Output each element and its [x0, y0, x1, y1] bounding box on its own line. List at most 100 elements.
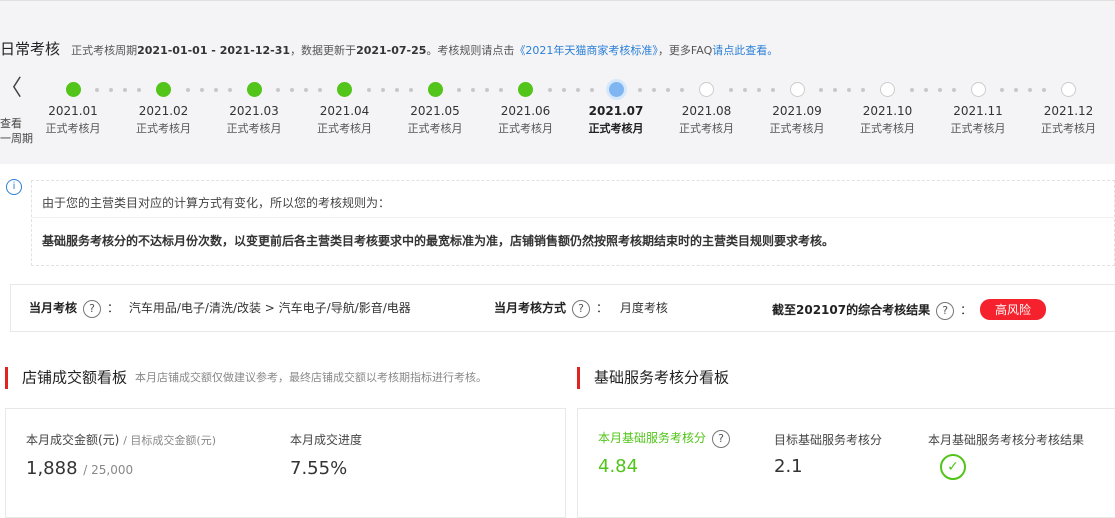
method-value: 月度考核	[619, 301, 668, 315]
timeline-month[interactable]: 2021.09 正式考核月	[757, 80, 837, 136]
month-status-label: 正式考核月	[226, 122, 282, 135]
month-label: 2021.06	[500, 104, 551, 118]
status-dot	[518, 82, 533, 97]
notice-line-2: 基础服务考核分的不达标月份次数，以变更前后各主营类目考核要求中的最宽标准为准，店…	[42, 234, 835, 248]
sales-board-subtitle: 本月店铺成交额仅做建议参考，最终店铺成交额以考核期指标进行考核。	[135, 370, 488, 384]
notice-divider	[32, 217, 1114, 218]
check-circle-icon: ✓	[940, 454, 966, 480]
status-dot	[970, 82, 986, 97]
section-accent-bar	[577, 366, 580, 389]
prev-period-button[interactable]: 查看 一周期	[0, 116, 33, 146]
month-status-label: 正式考核月	[860, 122, 915, 135]
month-label: 2021.03	[229, 104, 279, 118]
timeline-month[interactable]: 2021.08 正式考核月	[667, 80, 747, 136]
chevron-left-icon[interactable]: 〈	[0, 78, 22, 100]
timeline-month[interactable]: 2021.10 正式考核月	[848, 80, 928, 136]
help-icon[interactable]: ?	[712, 429, 731, 448]
timeline-month[interactable]: 2021.12 正式考核月	[1029, 80, 1109, 136]
timeline-separator-dot	[561, 88, 566, 92]
timeline-separator-dot	[909, 88, 914, 92]
period-dates: 2021-01-01 - 2021-12-31	[137, 44, 291, 57]
service-score-metric: 本月基础服务考核分? 4.84	[598, 429, 736, 477]
service-target-metric: 目标基础服务考核分 2.1	[774, 433, 883, 477]
month-label: 2021.07	[588, 104, 644, 118]
sales-progress: 7.55%	[290, 458, 348, 479]
assessment-info-row: 当月考核?： 汽车用品/电子/清洗/改装 > 汽车电子/导航/影音/电器 当月考…	[10, 284, 1115, 332]
service-result-metric: 本月基础服务考核分考核结果 ✓	[928, 431, 1084, 480]
timeline-separator-dot	[380, 88, 385, 92]
sales-progress-metric: 本月成交进度 7.55%	[290, 433, 363, 479]
page-header: 日常考核 正式考核周期2021-01-01 - 2021-12-31，数据更新于…	[0, 38, 778, 58]
month-label: 2021.05	[410, 104, 460, 118]
timeline-separator-dot	[547, 88, 552, 92]
timeline-separator-dot	[185, 88, 190, 92]
timeline-separator-dot	[833, 88, 837, 92]
month-status-label: 正式考核月	[407, 122, 463, 135]
timeline-separator-dot	[652, 88, 656, 92]
timeline-separator-dot	[199, 88, 204, 92]
help-icon[interactable]: ?	[83, 299, 102, 318]
timeline-separator-dot	[638, 88, 642, 92]
sales-target: / 25,000	[83, 463, 134, 477]
info-icon: i	[6, 179, 22, 195]
timeline-month[interactable]: 2021.07 正式考核月	[576, 80, 656, 136]
timeline-separator-dot	[923, 88, 928, 92]
month-status-label: 正式考核月	[769, 122, 825, 135]
month-label: 2021.09	[772, 104, 822, 118]
timeline-month[interactable]: 2021.03 正式考核月	[214, 80, 294, 136]
timeline-separator-dot	[819, 88, 823, 92]
timeline-separator-dot	[366, 88, 371, 92]
faq-link[interactable]: 请点此查看。	[712, 44, 778, 57]
month-status-label: 正式考核月	[498, 122, 553, 135]
risk-badge: 高风险	[979, 299, 1046, 320]
rule-link[interactable]: 《2021年天猫商家考核标准》	[514, 44, 658, 57]
timeline-separator-dot	[742, 88, 747, 92]
header-description: 正式考核周期2021-01-01 - 2021-12-31，数据更新于2021-…	[71, 44, 779, 57]
status-dot	[880, 82, 895, 97]
timeline-month[interactable]: 2021.01 正式考核月	[33, 80, 113, 136]
status-dot	[699, 82, 714, 97]
status-dot	[156, 82, 171, 97]
sales-board-header: 店铺成交额看板 本月店铺成交额仅做建议参考，最终店铺成交额以考核期指标进行考核。	[5, 365, 487, 389]
status-dot	[246, 82, 262, 97]
service-board-title: 基础服务考核分看板	[594, 368, 730, 387]
status-dot	[608, 82, 624, 97]
month-status-label: 正式考核月	[136, 122, 191, 135]
rule-notice: 由于您的主营类目对应的计算方式有变化，所以您的考核规则为： 基础服务考核分的不达…	[31, 180, 1115, 266]
assessment-method: 当月考核方式?： 月度考核	[494, 299, 668, 318]
month-status-label: 正式考核月	[1041, 122, 1096, 135]
timeline-separator-dot	[1014, 88, 1018, 92]
help-icon[interactable]: ?	[936, 301, 955, 320]
timeline-separator-dot	[109, 88, 113, 92]
service-score: 4.84	[598, 455, 639, 477]
timeline-month[interactable]: 2021.04 正式考核月	[305, 80, 385, 136]
service-board-header: 基础服务考核分看板	[577, 365, 729, 389]
sales-board-title: 店铺成交额看板	[22, 368, 128, 387]
timeline-separator-dot	[276, 88, 280, 92]
timeline-separator-dot	[471, 88, 475, 92]
month-status-label: 正式考核月	[679, 122, 734, 135]
page-title: 日常考核	[0, 40, 61, 58]
overall-result: 截至202107的综合考核结果?： 高风险	[772, 299, 1046, 320]
month-label: 2021.02	[138, 104, 189, 118]
timeline-month[interactable]: 2021.05 正式考核月	[395, 80, 475, 136]
timeline-separator-dot	[95, 88, 99, 92]
month-label: 2021.04	[319, 104, 370, 118]
month-status-label: 正式考核月	[317, 122, 372, 135]
month-label: 2021.01	[48, 104, 98, 118]
service-target: 2.1	[774, 456, 803, 477]
status-dot	[65, 82, 81, 97]
timeline-month[interactable]: 2021.02 正式考核月	[124, 80, 204, 136]
sales-amount-metric: 本月成交金额(元) / 目标成交金额(元) 1,888 / 25,000	[26, 433, 216, 479]
timeline-separator-dot	[728, 88, 733, 92]
help-icon[interactable]: ?	[572, 299, 591, 318]
month-label: 2021.11	[953, 104, 1003, 118]
month-label: 2021.12	[1043, 104, 1094, 118]
timeline-separator-dot	[457, 88, 461, 92]
month-label: 2021.08	[681, 104, 732, 118]
timeline-month[interactable]: 2021.11 正式考核月	[938, 80, 1018, 136]
section-accent-bar	[5, 366, 8, 389]
timeline-month[interactable]: 2021.06 正式考核月	[486, 80, 566, 136]
service-board-card: 本月基础服务考核分? 4.84 目标基础服务考核分 2.1 本月基础服务考核分考…	[577, 408, 1115, 518]
status-dot	[337, 82, 352, 97]
